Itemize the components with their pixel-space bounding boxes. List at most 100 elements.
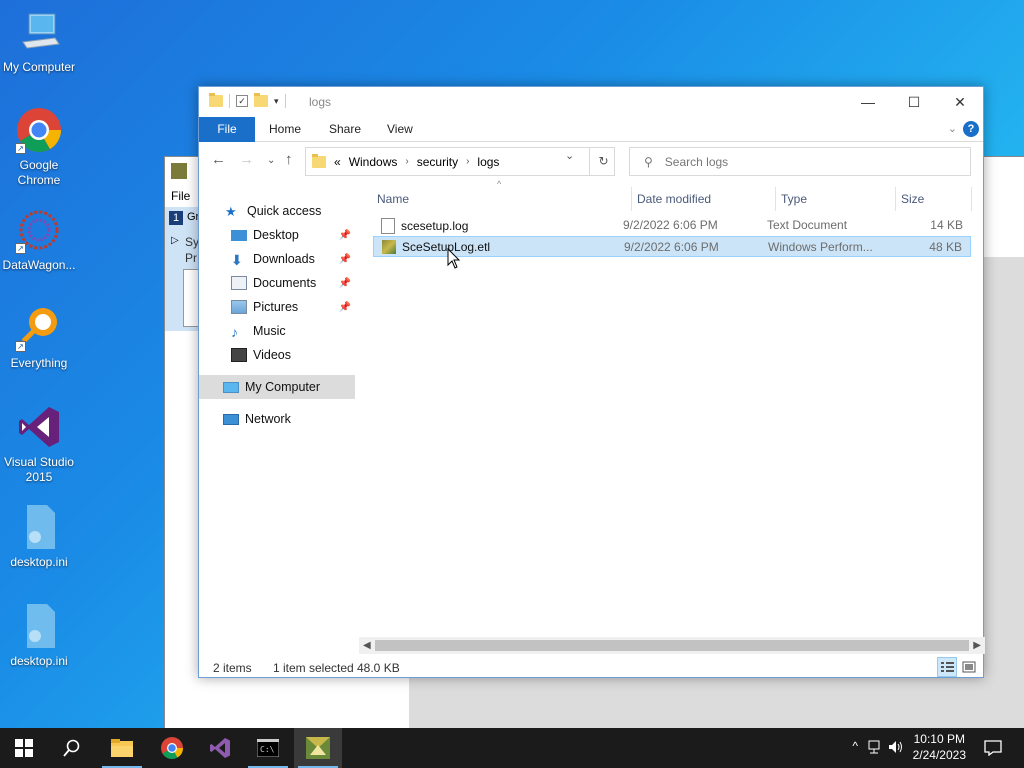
overflow-icon[interactable]: « [334,155,341,169]
tree-item-label[interactable]: Pr [185,251,197,265]
sidebar-item-desktop[interactable]: Desktop 📌 [199,223,355,247]
file-row[interactable]: scesetup.log 9/2/2022 6:06 PM Text Docum… [373,215,971,236]
sidebar-item-pictures[interactable]: Pictures 📌 [199,295,355,319]
taskbar-command-prompt[interactable]: C:\ [244,728,292,768]
volume-icon[interactable] [888,740,904,754]
app-icon [171,163,187,179]
breadcrumb-security[interactable]: security [417,155,458,169]
desktop-icon-chrome[interactable]: ↗ Google Chrome [0,106,78,188]
pictures-icon [231,300,247,314]
back-button[interactable]: ← [211,151,226,168]
search-box[interactable]: ⚲ Search logs [629,147,971,176]
visual-studio-icon [210,738,230,758]
sidebar-item-my-computer[interactable]: My Computer [199,375,355,399]
properties-icon[interactable]: ✓ [236,95,248,107]
status-item-count: 2 items [213,661,252,675]
desktop-icon-visual-studio[interactable]: Visual Studio 2015 [0,403,78,485]
column-divider[interactable] [971,187,972,211]
close-button[interactable]: ✕ [937,87,983,117]
sidebar-item-music[interactable]: ♪ Music [199,319,355,343]
show-hidden-icons-chevron[interactable]: ^ [852,739,858,753]
maximize-button[interactable]: ☐ [891,87,937,117]
sidebar-item-quick-access[interactable]: ★ Quick access [199,199,355,223]
expand-ribbon-icon[interactable]: ⌄ [948,122,957,135]
breadcrumb-logs[interactable]: logs [477,155,499,169]
column-header-size[interactable]: Size [901,187,924,211]
pin-icon[interactable]: 📌 [339,254,351,265]
chevron-down-icon[interactable]: ▾ [274,96,279,107]
taskbar-visual-studio[interactable] [196,728,244,768]
action-center-icon[interactable] [984,740,1002,756]
sidebar-item-label: Desktop [253,228,299,242]
clock[interactable]: 10:10 PM 2/24/2023 [913,731,966,763]
minimize-button[interactable]: — [845,87,891,117]
forward-button[interactable]: → [239,151,254,168]
up-button[interactable]: ↑ [285,151,293,168]
titlebar[interactable]: ✓ ▾ logs — ☐ ✕ [199,87,983,117]
breadcrumb-separator-icon[interactable]: › [405,156,408,167]
large-icons-view-button[interactable] [959,657,979,677]
status-size: 48.0 KB [357,661,400,675]
column-divider[interactable] [895,187,896,211]
file-row-selected[interactable]: SceSetupLog.etl 9/2/2022 6:06 PM Windows… [373,236,971,257]
pin-icon[interactable]: 📌 [339,278,351,289]
pin-icon[interactable]: 📌 [339,302,351,313]
column-header-date[interactable]: Date modified [637,187,711,211]
scroll-thumb[interactable] [375,640,969,651]
help-icon[interactable]: ? [963,121,979,137]
search-button[interactable] [48,728,96,768]
tab-view[interactable]: View [375,117,425,142]
tree-item-label[interactable]: Sy [185,235,199,249]
etl-file-icon [382,240,396,254]
sidebar-item-documents[interactable]: Documents 📌 [199,271,355,295]
sidebar-item-label: Music [253,324,286,338]
breadcrumb-windows[interactable]: Windows [349,155,398,169]
breadcrumb-separator-icon[interactable]: › [466,156,469,167]
file-explorer-window[interactable]: ✓ ▾ logs — ☐ ✕ File Home Share View ⌄ ? … [198,86,985,678]
taskbar-file-explorer[interactable] [98,728,146,768]
mouse-cursor-icon [447,248,461,269]
menu-file[interactable]: File [171,189,190,203]
svg-text:C:\: C:\ [260,745,275,754]
datawagon-icon: ↗ [15,206,63,254]
navigation-bar: ← → ⌄ ↑ « Windows › security › logs ⌄ ↻ … [199,143,983,179]
search-icon: ⚲ [644,154,653,169]
star-icon: ★ [225,204,237,219]
desktop-icon-datawagon[interactable]: ↗ DataWagon... [0,206,78,273]
horizontal-scrollbar[interactable]: ◀ ▶ [359,637,985,654]
desktop-icon-desktop-ini-1[interactable]: desktop.ini [0,503,78,570]
column-header-name[interactable]: Name [377,187,409,211]
desktop-icon-desktop-ini-2[interactable]: desktop.ini [0,602,78,669]
details-view-button[interactable] [937,657,957,677]
tab-share[interactable]: Share [317,117,373,142]
sidebar-item-videos[interactable]: Videos [199,343,355,367]
new-folder-icon[interactable] [254,93,268,107]
search-placeholder[interactable]: Search logs [665,155,728,169]
download-icon: ⬇ [231,252,243,268]
scroll-right-icon[interactable]: ▶ [973,637,981,654]
tab-file[interactable]: File [199,117,255,142]
desktop-icon-my-computer[interactable]: My Computer [0,8,78,75]
refresh-button[interactable]: ↻ [589,147,617,176]
scroll-left-icon[interactable]: ◀ [363,637,371,654]
sidebar-item-network[interactable]: Network [199,407,355,431]
pin-icon[interactable]: 📌 [339,230,351,241]
divider [229,94,230,108]
recent-locations-icon[interactable]: ⌄ [267,155,275,166]
column-header-type[interactable]: Type [781,187,807,211]
network-status-icon[interactable] [866,740,882,754]
taskbar-chrome[interactable] [148,728,196,768]
shortcut-arrow-icon: ↗ [15,341,26,352]
desktop-icon-everything[interactable]: ↗ Everything [0,304,78,371]
chrome-icon [161,737,183,759]
sidebar-item-downloads[interactable]: ⬇ Downloads 📌 [199,247,355,271]
taskbar-performance-app[interactable] [294,728,342,768]
column-divider[interactable] [631,187,632,211]
start-button[interactable] [0,728,48,768]
column-divider[interactable] [775,187,776,211]
tab-home[interactable]: Home [257,117,313,142]
expand-icon[interactable]: ▷ [171,235,179,246]
address-dropdown-icon[interactable]: ⌄ [565,149,574,162]
text-file-icon [381,218,395,234]
music-icon: ♪ [231,324,238,340]
